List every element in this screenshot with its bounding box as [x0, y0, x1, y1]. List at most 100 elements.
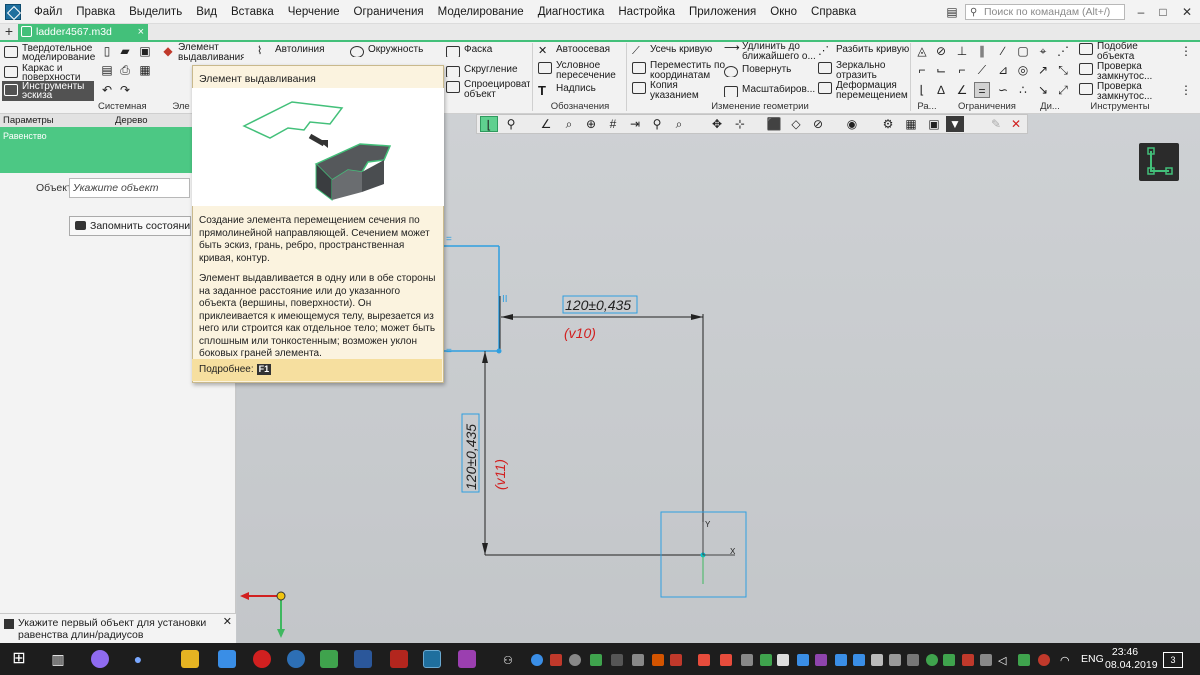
chamfer-button[interactable]: Фаска: [444, 45, 514, 57]
menu-settings[interactable]: Настройка: [611, 0, 682, 24]
tray-icon-12[interactable]: [760, 654, 772, 666]
onenote-icon[interactable]: [815, 654, 827, 666]
check-closure-button[interactable]: Проверка замкнутос...: [1077, 62, 1173, 82]
tray-icon-5[interactable]: [611, 654, 623, 666]
windows-start-icon[interactable]: ⊞: [10, 650, 28, 668]
extend-to-nearest-button[interactable]: ⟶ Удлинить до ближайшего о...: [722, 42, 818, 62]
bracket-icon[interactable]: ⌊: [914, 82, 930, 98]
split-curve-button[interactable]: ⋰ Разбить кривую: [816, 45, 912, 57]
layout-icon[interactable]: ▤: [943, 3, 961, 21]
autoline-button[interactable]: ⌇ Автолиния: [255, 45, 325, 57]
extrude-button[interactable]: Элемент выдавливания: [160, 43, 244, 63]
document-tab[interactable]: ladder4567.m3d ×: [18, 24, 148, 40]
measure2-icon[interactable]: ⇥: [626, 116, 644, 132]
zoom-icon[interactable]: ⌕: [670, 116, 688, 132]
filter2-icon[interactable]: ▦: [902, 116, 920, 132]
dim-value-horizontal[interactable]: 120±0,435: [565, 297, 631, 313]
menu-edit[interactable]: Правка: [69, 0, 122, 24]
apply-icon[interactable]: ✎: [987, 116, 1005, 132]
utorrent-icon[interactable]: [320, 650, 338, 668]
grid-snap-icon[interactable]: ⌕: [560, 116, 578, 132]
notifications-badge[interactable]: 3: [1163, 652, 1183, 668]
tray-icon-10[interactable]: [720, 654, 732, 666]
corner-icon[interactable]: ⌐: [914, 62, 930, 78]
vertical-icon[interactable]: ∠: [954, 82, 970, 98]
word-icon[interactable]: [354, 650, 372, 668]
battery-icon[interactable]: [871, 654, 883, 666]
mode-wireframe[interactable]: Каркас и поверхности: [2, 63, 94, 83]
app-logo-icon[interactable]: [5, 3, 21, 20]
task-view-icon[interactable]: ▥: [49, 650, 67, 668]
people-icon[interactable]: ⚇: [503, 654, 515, 667]
remember-state-button[interactable]: Запомнить состояние: [69, 216, 191, 236]
diag3-icon[interactable]: ↘: [1035, 82, 1051, 98]
tray-icon-11[interactable]: [741, 654, 753, 666]
angle-icon[interactable]: ∆: [933, 82, 949, 98]
move-by-coords-button[interactable]: Переместить по координатам: [630, 61, 726, 81]
close-tab-icon[interactable]: ×: [138, 24, 144, 40]
coincide-icon[interactable]: ∴: [1015, 82, 1031, 98]
tray-icon-24[interactable]: [980, 654, 992, 666]
dim-value-vertical[interactable]: 120±0,435: [463, 424, 479, 490]
menu-view[interactable]: Вид: [189, 0, 224, 24]
diag-icon[interactable]: ↗: [1035, 62, 1051, 78]
clock[interactable]: 23:46 08.04.2019: [1105, 646, 1158, 672]
circle-button[interactable]: Окружность: [348, 45, 426, 57]
diag2-icon[interactable]: ⤡: [1055, 62, 1071, 78]
parallel-icon[interactable]: ∥: [974, 43, 990, 59]
tab-tree[interactable]: Дерево: [115, 114, 148, 127]
tray-icon-16[interactable]: [835, 654, 847, 666]
cancel-icon[interactable]: ✕: [1007, 116, 1025, 132]
minimize-icon[interactable]: –: [1132, 3, 1150, 21]
tray-icon-2[interactable]: [550, 654, 562, 666]
sketch-point[interactable]: [496, 348, 502, 354]
solidworks-icon[interactable]: [390, 650, 408, 668]
app-icon-4[interactable]: [287, 650, 305, 668]
language-indicator[interactable]: ENG: [1081, 653, 1104, 665]
save-as-icon[interactable]: ▦: [137, 62, 153, 78]
hide-icon[interactable]: ⊘: [809, 116, 827, 132]
volume-icon[interactable]: ◁: [998, 654, 1010, 667]
tab-parameters[interactable]: Параметры: [3, 114, 54, 127]
tray-icon-14[interactable]: [797, 654, 809, 666]
grid-icon[interactable]: #: [604, 116, 622, 132]
tangent-icon[interactable]: ∕: [995, 43, 1011, 59]
menu-modeling[interactable]: Моделирование: [431, 0, 531, 24]
tray-icon-3[interactable]: [569, 654, 581, 666]
alice-assistant-icon[interactable]: [91, 650, 109, 668]
filter-objects-icon[interactable]: ⚙: [879, 116, 897, 132]
shaded-icon[interactable]: ⬛: [765, 116, 783, 132]
midpoint-icon[interactable]: ∽: [995, 82, 1011, 98]
mode-solid-modeling[interactable]: Твердотельное моделирование: [2, 43, 95, 63]
network-icon[interactable]: [889, 654, 901, 666]
scale-button[interactable]: Масштабиров...: [722, 85, 818, 97]
print-preview-icon[interactable]: ⎙: [117, 62, 133, 78]
orient-icon[interactable]: ⊹: [731, 116, 749, 132]
view-triad-icon[interactable]: [1139, 143, 1179, 181]
rotate-button[interactable]: Повернуть: [722, 65, 818, 77]
kompas-icon[interactable]: [423, 650, 441, 668]
close-hint-icon[interactable]: ✕: [223, 616, 232, 628]
maximize-icon[interactable]: □: [1154, 3, 1172, 21]
filter3-icon[interactable]: ▣: [925, 116, 943, 132]
menu-insert[interactable]: Вставка: [224, 0, 281, 24]
snap-icon[interactable]: ⚲: [502, 116, 520, 132]
print-icon[interactable]: ▤: [99, 62, 115, 78]
collinear-icon[interactable]: ⟋: [974, 62, 990, 78]
microphone-icon[interactable]: ●: [129, 650, 147, 668]
project-object-button[interactable]: Спроецировать объект: [444, 80, 530, 100]
filter-icon[interactable]: ▼: [946, 116, 964, 132]
object-input[interactable]: Укажите объект: [69, 178, 190, 198]
tray-icon-1[interactable]: [531, 654, 543, 666]
mirror-button[interactable]: Зеркально отразить: [816, 61, 912, 81]
menu-file[interactable]: Файл: [27, 0, 69, 24]
tray-icon-21[interactable]: [926, 654, 938, 666]
horizontal-icon[interactable]: ⌐: [954, 62, 970, 78]
redo-icon[interactable]: ↷: [117, 82, 133, 98]
tray-icon-27[interactable]: [1038, 654, 1050, 666]
perpendicular-icon[interactable]: ⊥: [954, 43, 970, 59]
diag4-icon[interactable]: ⤢: [1055, 82, 1071, 98]
autoaxis-button[interactable]: ✕ Автоосевая: [536, 45, 616, 57]
copy-by-pointer-button[interactable]: Копия указанием: [630, 81, 726, 101]
zoom-window-icon[interactable]: ⚲: [648, 116, 666, 132]
